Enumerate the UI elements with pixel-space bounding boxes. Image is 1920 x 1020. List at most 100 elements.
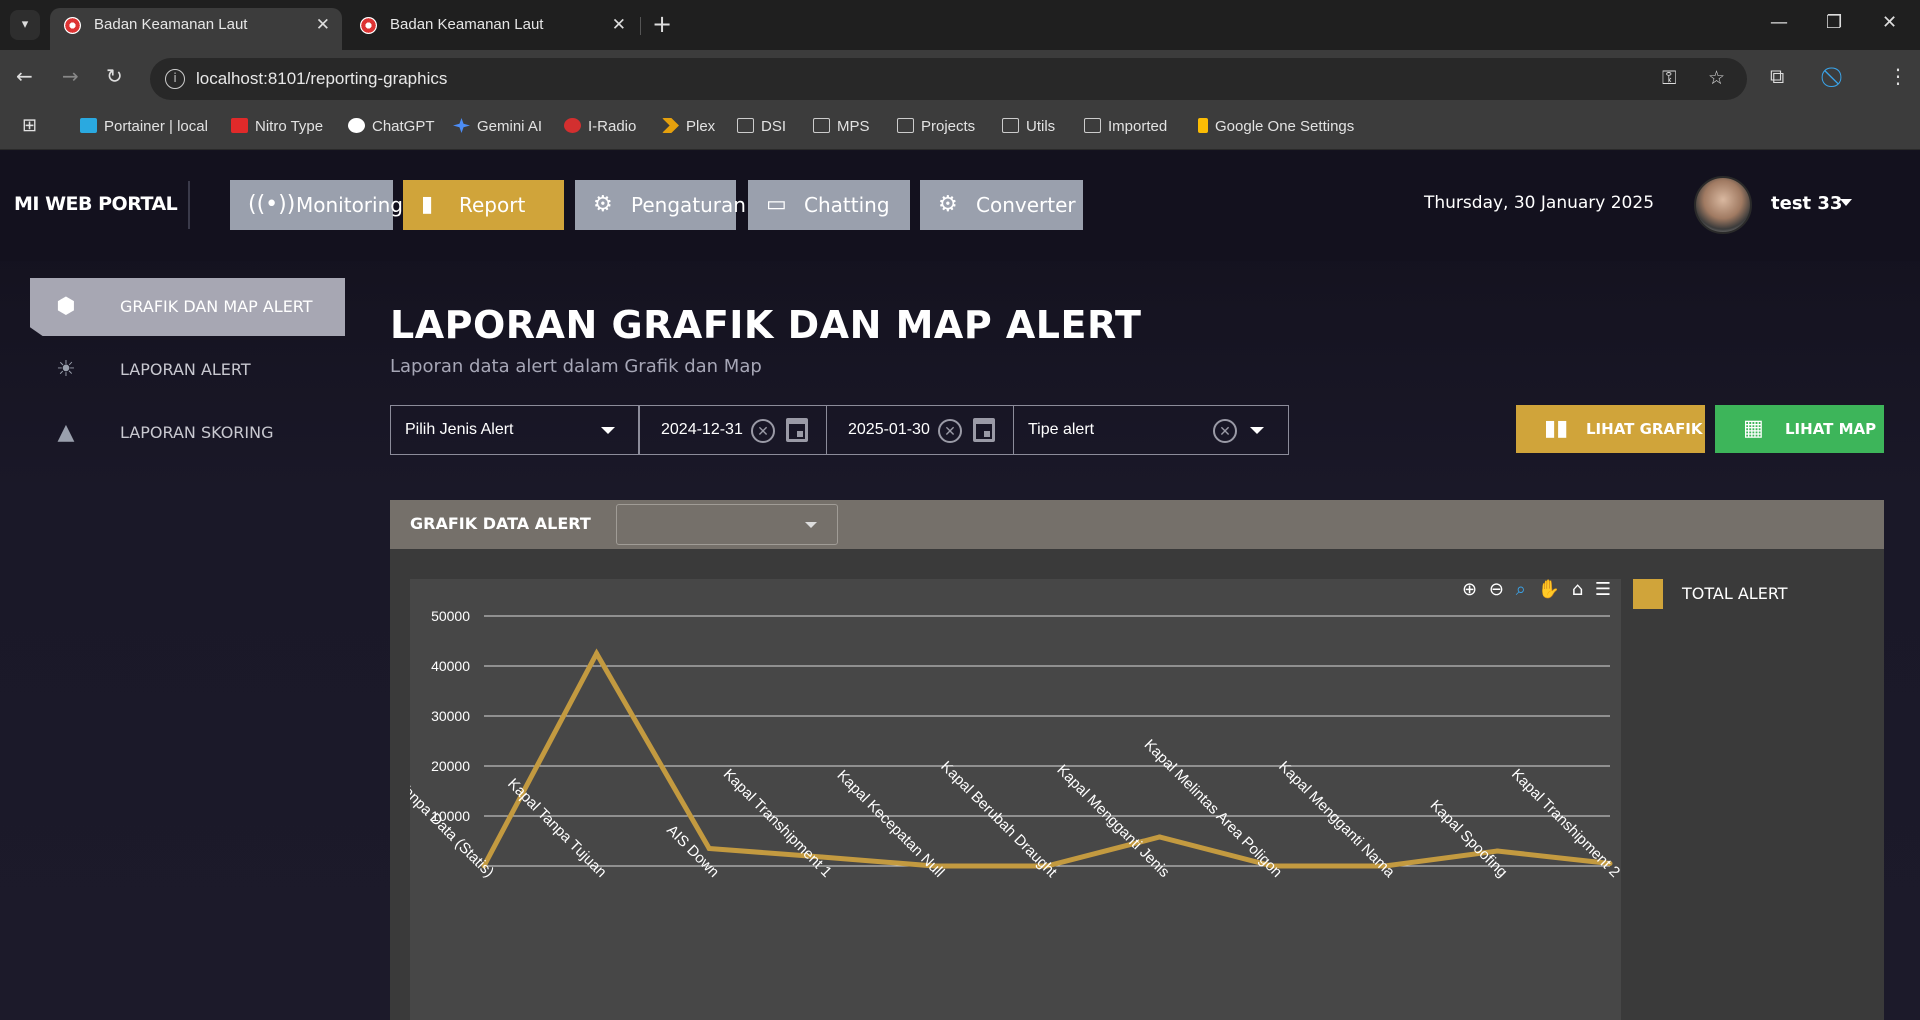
tab-search-button[interactable]: ▾ (10, 10, 40, 40)
chrome-menu-icon[interactable]: ⋮ (1888, 64, 1908, 88)
bookmark-google-one[interactable]: Google One Settings (1198, 118, 1354, 135)
map-icon: ▦ (1743, 416, 1764, 441)
nav-label: Report (459, 193, 526, 217)
data-point[interactable] (1157, 834, 1163, 840)
legend-swatch[interactable] (1633, 579, 1663, 609)
tab-inactive[interactable]: Badan Keamanan Laut ✕ (346, 8, 638, 50)
brand-divider (188, 181, 190, 229)
apps-grid-icon[interactable]: ⊞ (22, 115, 37, 136)
chart-filter-select[interactable] (616, 504, 838, 545)
bookmark-gemini[interactable]: Gemini AI (453, 118, 542, 135)
button-label: LIHAT MAP (1785, 420, 1877, 438)
bookmark-label: MPS (837, 118, 870, 135)
series-line-total-alert[interactable] (481, 648, 1611, 869)
password-key-icon[interactable]: ⚿ (1662, 67, 1676, 89)
bookmark-label: ChatGPT (372, 118, 435, 135)
plex-icon (662, 118, 679, 133)
calendar-icon[interactable] (786, 418, 808, 442)
sidebar-item-laporan-skoring[interactable]: ▲ LAPORAN SKORING (30, 404, 345, 462)
clear-icon[interactable]: ✕ (1213, 419, 1237, 443)
clear-icon[interactable]: ✕ (751, 419, 775, 443)
lihat-map-button[interactable]: ▦ LIHAT MAP (1715, 405, 1884, 453)
calendar-icon[interactable] (973, 418, 995, 442)
bookmark-star-icon[interactable]: ☆ (1708, 67, 1725, 89)
y-tick-label: 30000 (431, 708, 470, 724)
nav-label: Chatting (804, 193, 890, 217)
bookmark-label: I-Radio (588, 118, 637, 135)
bookmark-folder-dsi[interactable]: DSI (737, 118, 786, 135)
sun-icon: ☀ (56, 357, 76, 382)
bookmark-folder-imported[interactable]: Imported (1084, 118, 1167, 135)
chevron-down-icon[interactable] (1250, 427, 1264, 434)
bookmark-plex[interactable]: Plex (662, 118, 715, 135)
reload-icon[interactable]: ↻ (106, 64, 123, 88)
warning-icon: ▲ (57, 420, 75, 445)
address-bar[interactable]: i localhost:8101/reporting-graphics ⚿ ☆ (150, 58, 1747, 100)
data-point[interactable] (706, 846, 712, 851)
tipe-alert-select[interactable]: Tipe alert ✕ (1013, 405, 1289, 455)
bookmark-chatgpt[interactable]: ChatGPT (348, 118, 435, 135)
restore-icon[interactable]: ❐ (1826, 12, 1842, 33)
nav-pengaturan-button[interactable]: ⚙ Pengaturan (575, 180, 746, 230)
url-text[interactable]: localhost:8101/reporting-graphics (196, 69, 447, 89)
bookmark-folder-mps[interactable]: MPS (813, 118, 870, 135)
site-info-icon[interactable]: i (165, 69, 185, 89)
folder-icon (1002, 118, 1019, 133)
tab-active[interactable]: Badan Keamanan Laut ✕ (50, 8, 342, 50)
nav-monitoring-button[interactable]: ((•)) Monitoring (230, 180, 403, 230)
sidebar-item-grafik-map-alert[interactable]: ⬢ GRAFIK DAN MAP ALERT (30, 278, 345, 336)
data-point[interactable] (594, 651, 600, 656)
back-icon[interactable]: ← (16, 64, 33, 88)
app-root: MI WEB PORTAL ((•)) Monitoring ▮ Report … (0, 151, 1920, 1020)
nav-label: Converter (976, 193, 1076, 217)
zoom-out-icon[interactable]: ⊖ (1489, 579, 1504, 600)
clear-icon[interactable]: ✕ (938, 419, 962, 443)
broadcast-icon: ((•)) (248, 192, 296, 217)
jenis-alert-placeholder: Pilih Jenis Alert (405, 421, 514, 438)
bookmark-portainer[interactable]: Portainer | local (80, 118, 208, 135)
google-one-icon (1198, 118, 1208, 133)
bookmark-iradio[interactable]: I-Radio (564, 118, 636, 135)
zoom-in-icon[interactable]: ⊕ (1462, 579, 1477, 600)
window-close-icon[interactable]: ✕ (1882, 12, 1897, 33)
minimize-icon[interactable]: — (1770, 12, 1788, 33)
legend-label[interactable]: TOTAL ALERT (1682, 584, 1788, 603)
end-date-value: 2025-01-30 (848, 421, 930, 438)
x-tick-label: Kapal Tanpa Tujuan (504, 775, 610, 881)
nav-chatting-button[interactable]: ▭ Chatting (748, 180, 910, 230)
chart-panel-header: GRAFIK DATA ALERT (390, 500, 1884, 549)
end-date-input[interactable]: 2025-01-30 ✕ (826, 405, 1014, 455)
bookmark-folder-projects[interactable]: Projects (897, 118, 975, 135)
pan-hand-icon[interactable]: ✋ (1538, 579, 1560, 600)
lihat-grafik-button[interactable]: ▮▮ LIHAT GRAFIK (1516, 405, 1705, 453)
user-name[interactable]: test 33 (1771, 193, 1842, 214)
bookmark-nitro-type[interactable]: Nitro Type (231, 118, 323, 135)
nitro-type-icon (231, 118, 248, 133)
reset-home-icon[interactable]: ⌂ (1572, 579, 1583, 600)
tab-close-icon[interactable]: ✕ (316, 8, 330, 42)
avatar[interactable] (1694, 176, 1752, 234)
sidebar-item-laporan-alert[interactable]: ☀ LAPORAN ALERT (30, 341, 345, 399)
chart-menu-icon[interactable]: ☰ (1595, 579, 1611, 600)
bookmark-folder-utils[interactable]: Utils (1002, 118, 1055, 135)
x-tick-label: Kapal Mengganti Jenis (1053, 761, 1172, 880)
jenis-alert-select[interactable]: Pilih Jenis Alert (390, 405, 639, 455)
sidebar-item-label: GRAFIK DAN MAP ALERT (120, 297, 313, 316)
chevron-down-icon (601, 427, 615, 434)
chart-toolbar: ⊕ ⊖ ⌕ ✋ ⌂ ☰ (1456, 579, 1611, 607)
folder-icon (1084, 118, 1101, 133)
bookmark-label: Plex (686, 118, 716, 135)
new-tab-button[interactable]: + (652, 10, 672, 38)
extensions-icon[interactable]: ⧉ (1770, 64, 1784, 88)
page-subtitle: Laporan data alert dalam Grafik dan Map (390, 356, 762, 377)
tab-title: Badan Keamanan Laut (94, 16, 248, 33)
forward-icon[interactable]: → (62, 64, 79, 88)
start-date-input[interactable]: 2024-12-31 ✕ (639, 405, 827, 455)
nav-report-button[interactable]: ▮ Report (403, 180, 564, 230)
bookmark-label: DSI (761, 118, 787, 135)
y-tick-label: 40000 (431, 658, 470, 674)
nav-converter-button[interactable]: ⚙ Converter (920, 180, 1083, 230)
chevron-down-icon[interactable] (1840, 199, 1852, 206)
zoom-selection-icon[interactable]: ⌕ (1516, 579, 1526, 600)
tab-close-icon[interactable]: ✕ (612, 8, 626, 42)
